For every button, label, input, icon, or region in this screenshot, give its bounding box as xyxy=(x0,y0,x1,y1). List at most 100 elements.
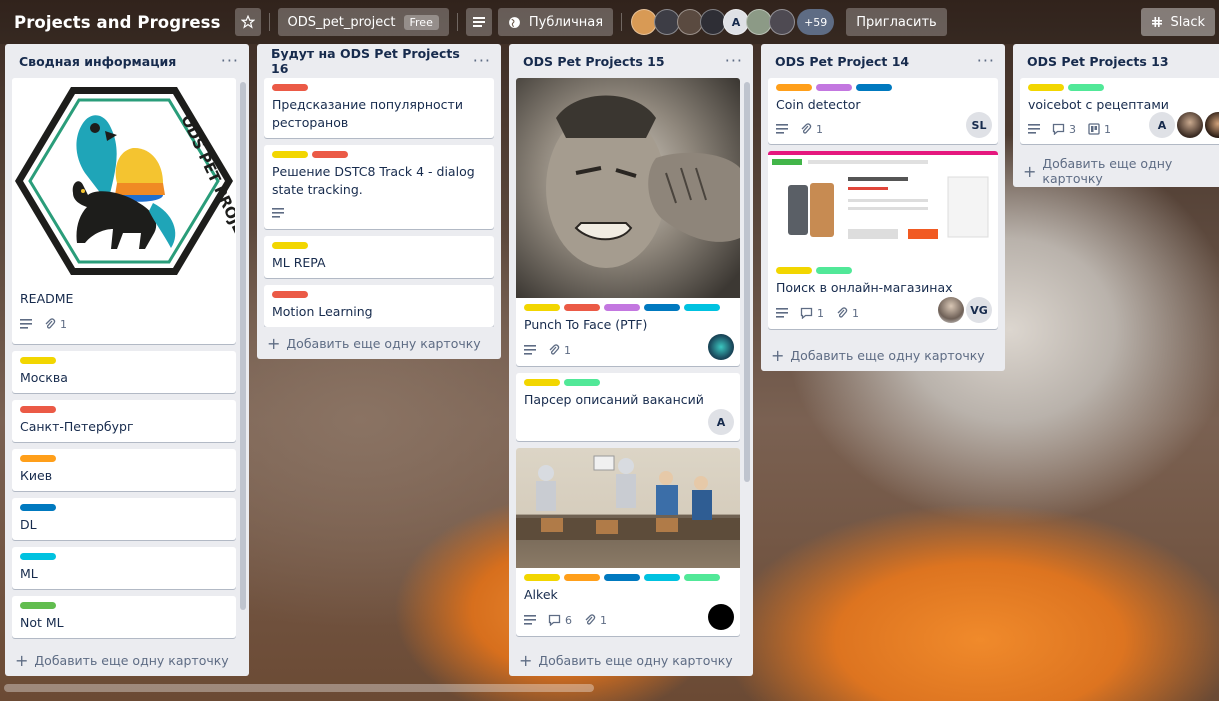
member-avatar[interactable] xyxy=(708,334,734,360)
invite-button[interactable]: Пригласить xyxy=(846,8,947,36)
member-avatar-initial[interactable]: A xyxy=(1149,112,1175,138)
card[interactable]: Alkek 6 1 xyxy=(516,448,740,636)
list-menu-button[interactable]: ··· xyxy=(725,53,743,69)
slack-label: Slack xyxy=(1170,14,1205,30)
more-members-count[interactable]: +59 xyxy=(797,9,835,35)
member-avatar-initial[interactable]: A xyxy=(708,409,734,435)
add-card-button[interactable]: + Добавить еще одну карточку xyxy=(5,644,249,676)
list-scrollbar[interactable] xyxy=(744,82,750,482)
board-members: A +59 xyxy=(631,9,835,35)
description-icon xyxy=(20,319,32,329)
description-badge xyxy=(20,319,32,329)
label-blue xyxy=(20,504,56,511)
slack-powerup-button[interactable]: Slack xyxy=(1141,8,1215,36)
list-menu-button[interactable]: ··· xyxy=(221,53,239,69)
member-avatar[interactable] xyxy=(1177,112,1203,138)
list-title[interactable]: ODS Pet Projects 15 xyxy=(523,54,665,69)
free-badge: Free xyxy=(403,14,439,30)
add-card-button[interactable]: + Добавить еще одну карточку xyxy=(761,339,1005,371)
workspace-button[interactable]: ODS_pet_project Free xyxy=(277,8,449,36)
card[interactable]: Санкт-Петербург xyxy=(12,400,236,442)
list-title[interactable]: Сводная информация xyxy=(19,54,176,69)
card-title: Punch To Face (PTF) xyxy=(524,317,648,332)
card-title: Парсер описаний вакансий xyxy=(524,392,704,407)
list-scrollbar[interactable] xyxy=(240,82,246,610)
member-avatar-initial[interactable]: SL xyxy=(966,112,992,138)
label-yellow xyxy=(272,242,308,249)
checklist-badge: 1 xyxy=(1088,123,1111,136)
plus-icon: + xyxy=(15,650,29,670)
card[interactable]: Punch To Face (PTF) 1 xyxy=(516,78,740,366)
attachment-badge: 1 xyxy=(800,123,823,136)
card-title: Alkek xyxy=(524,587,558,602)
label-lime xyxy=(684,574,720,581)
card[interactable]: ODS PET PROJECTS README 1 xyxy=(12,78,236,344)
card-title: DL xyxy=(20,517,37,532)
description-badge xyxy=(776,124,788,134)
card[interactable]: DL xyxy=(12,498,236,540)
card-members xyxy=(708,604,734,630)
card[interactable]: Решение DSTC8 Track 4 - dialog state tra… xyxy=(264,145,494,229)
label-blue xyxy=(856,84,892,91)
member-avatar[interactable] xyxy=(769,9,796,35)
board-horizontal-scrollbar[interactable] xyxy=(4,684,594,692)
header-divider xyxy=(268,13,270,31)
card[interactable]: Motion Learning xyxy=(264,285,494,327)
label-sky xyxy=(20,553,56,560)
card-members: A xyxy=(1149,112,1219,138)
card[interactable]: Not ML xyxy=(12,596,236,638)
paperclip-icon xyxy=(45,318,56,329)
add-card-label: Добавить еще одну карточку xyxy=(1042,156,1173,186)
member-avatar[interactable] xyxy=(1205,112,1219,138)
comment-icon xyxy=(800,307,813,319)
add-card-button[interactable]: + Добавить еще одну карточку xyxy=(257,327,501,359)
checklist-count: 1 xyxy=(1104,122,1111,136)
label-red xyxy=(272,291,308,298)
label-blue xyxy=(644,304,680,311)
add-card-label: Добавить еще одну карточку xyxy=(790,347,985,363)
card[interactable]: Coin detector 1 SL xyxy=(768,78,998,144)
comments-badge: 3 xyxy=(1052,123,1076,136)
add-card-button[interactable]: + Добавить еще одну карточку xyxy=(509,644,753,676)
card[interactable]: ML xyxy=(12,547,236,589)
label-yellow xyxy=(272,151,308,158)
label-yellow xyxy=(776,267,812,274)
list-menu-button[interactable]: ··· xyxy=(473,53,491,69)
add-card-button[interactable]: + Добавить еще одну карточку xyxy=(1013,155,1219,187)
card[interactable]: Киев xyxy=(12,449,236,491)
star-button[interactable] xyxy=(234,8,261,36)
card[interactable]: Поиск в онлайн-магазинах 1 1 VG xyxy=(768,151,998,329)
card[interactable]: Москва xyxy=(12,351,236,393)
card[interactable]: Предсказание популярности ресторанов xyxy=(264,78,494,138)
menu-button[interactable] xyxy=(465,8,492,36)
list-header: ODS Pet Project 14 ··· xyxy=(761,44,1005,78)
card-cover-image xyxy=(516,78,740,298)
visibility-label: Публичная xyxy=(528,14,604,30)
list-icon xyxy=(472,17,485,27)
visibility-button[interactable]: Публичная xyxy=(497,8,614,36)
list-header: Будут на ODS Pet Projects 16 ··· xyxy=(257,44,501,78)
paperclip-icon xyxy=(585,614,596,625)
card[interactable]: voicebot с рецептами 3 1 A xyxy=(1020,78,1219,144)
member-avatar[interactable] xyxy=(708,604,734,630)
list-title[interactable]: ODS Pet Projects 13 xyxy=(1027,54,1169,69)
description-icon xyxy=(524,345,536,355)
member-avatar-initial[interactable]: VG xyxy=(966,297,992,323)
card[interactable]: Парсер описаний вакансий A xyxy=(516,373,740,441)
board-title[interactable]: Projects and Progress xyxy=(8,13,227,32)
label-orange xyxy=(564,574,600,581)
card-badges: 1 xyxy=(776,119,990,139)
description-badge xyxy=(776,308,788,318)
list-title[interactable]: ODS Pet Project 14 xyxy=(775,54,909,69)
card-members: SL xyxy=(966,112,992,138)
plus-icon: + xyxy=(1023,161,1037,181)
card[interactable]: ML REPA xyxy=(264,236,494,278)
card-title: Not ML xyxy=(20,615,64,630)
label-purple xyxy=(604,304,640,311)
list-menu-button[interactable]: ··· xyxy=(977,53,995,69)
member-avatar[interactable] xyxy=(938,297,964,323)
plus-icon: + xyxy=(519,650,533,670)
label-orange xyxy=(776,84,812,91)
paperclip-icon xyxy=(801,123,812,134)
list-title[interactable]: Будут на ODS Pet Projects 16 xyxy=(271,46,473,76)
